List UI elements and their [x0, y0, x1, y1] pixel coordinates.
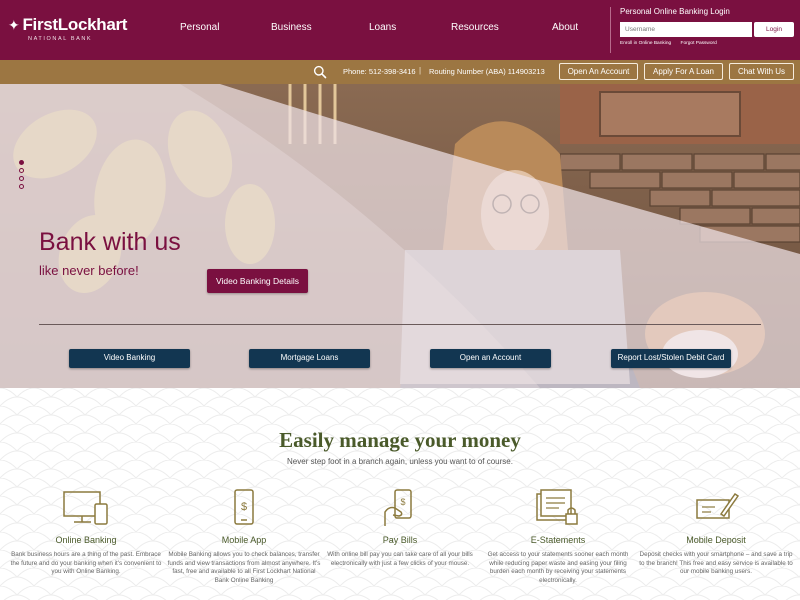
feature-description: Deposit checks with your smartphone – an… [639, 551, 793, 576]
feature-title: E-Statements [530, 535, 586, 545]
hero-divider [39, 324, 761, 325]
logo-wordmark: ✦ FirstLockhart [8, 15, 127, 35]
devices-icon [63, 491, 108, 525]
check-pen-icon [696, 492, 740, 519]
feature-description: With online bill pay you can take care o… [327, 551, 473, 567]
section-title: Easily manage your money [279, 428, 521, 452]
logo-tagline: NATIONAL BANK [28, 36, 93, 42]
top-navigation-bar: ✦ FirstLockhart NATIONAL BANK Personal B… [0, 0, 800, 60]
slide-indicator [19, 160, 27, 192]
login-row: Login [620, 22, 800, 37]
routing-number: Routing Number (ABA) 114903213 [429, 67, 545, 76]
statements-lock-icon [536, 489, 578, 525]
hero-banner: Bank with us like never before! Video Ba… [0, 84, 800, 388]
feature-mobile-deposit[interactable]: Mobile Deposit Deposit checks with your … [638, 488, 794, 577]
phone-number[interactable]: Phone: 512-398-3416 [343, 67, 416, 76]
feature-title: Pay Bills [382, 535, 418, 545]
manage-money-section: Easily manage your money Never step foot… [0, 388, 800, 600]
nav-about[interactable]: About [552, 22, 578, 33]
slide-dot[interactable] [19, 184, 24, 189]
svg-text:$: $ [400, 497, 405, 507]
login-title: Personal Online Banking Login [620, 7, 730, 16]
video-banking-details-button[interactable]: Video Banking Details [207, 269, 308, 293]
login-links: Enroll in Online Banking Forgot Password [620, 41, 800, 46]
feature-e-statements[interactable]: E-Statements Get access to your statemen… [480, 488, 636, 586]
chat-button[interactable]: Chat With Us [729, 63, 794, 80]
enroll-link[interactable]: Enroll in Online Banking [620, 41, 671, 46]
forgot-password-link[interactable]: Forgot Password [681, 41, 717, 46]
logo-star-icon: ✦ [8, 16, 20, 33]
feature-title: Mobile App [221, 535, 267, 545]
feature-title: Mobile Deposit [686, 535, 746, 545]
hero-title: Bank with us [39, 228, 181, 256]
svg-text:$: $ [241, 501, 247, 513]
slide-dot[interactable] [19, 168, 24, 173]
slide-dot[interactable] [19, 160, 24, 165]
slide-dot[interactable] [19, 176, 24, 181]
nav-loans[interactable]: Loans [369, 22, 396, 33]
login-button[interactable]: Login [754, 22, 794, 37]
online-banking-login: Personal Online Banking Login Login Enro… [610, 7, 800, 53]
search-icon[interactable] [313, 65, 327, 79]
hero-subtitle: like never before! [39, 263, 139, 278]
feature-pay-bills[interactable]: $ Pay Bills With online bill pay you can… [322, 488, 478, 568]
utility-bar: Phone: 512-398-3416 | Routing Number (AB… [0, 60, 800, 84]
nav-personal[interactable]: Personal [180, 22, 219, 33]
video-banking-button[interactable]: Video Banking [69, 349, 190, 368]
report-lost-card-button[interactable]: Report Lost/Stolen Debit Card [611, 349, 731, 368]
apply-loan-button[interactable]: Apply For A Loan [644, 63, 723, 80]
nav-business[interactable]: Business [271, 22, 312, 33]
open-account-button[interactable]: Open An Account [559, 63, 638, 80]
utility-separator: | [419, 66, 422, 75]
feature-description: Bank business hours are a thing of the p… [10, 551, 162, 576]
open-an-account-button[interactable]: Open an Account [430, 349, 551, 368]
feature-description: Get access to your statements sooner eac… [487, 551, 629, 585]
mortgage-loans-button[interactable]: Mortgage Loans [249, 349, 370, 368]
hand-phone-bill-icon: $ [384, 489, 412, 526]
logo-name: FirstLockhart [22, 15, 128, 34]
username-input[interactable] [620, 22, 752, 37]
feature-description: Mobile Banking allows you to check balan… [167, 551, 321, 585]
feature-mobile-app[interactable]: $ Mobile App Mobile Banking allows you t… [166, 488, 322, 586]
section-subtitle: Never step foot in a branch again, unles… [287, 457, 513, 466]
bank-logo[interactable]: ✦ FirstLockhart NATIONAL BANK [8, 15, 127, 42]
feature-title: Online Banking [55, 535, 117, 545]
smartphone-dollar-icon: $ [234, 489, 254, 525]
nav-resources[interactable]: Resources [451, 22, 499, 33]
feature-online-banking[interactable]: Online Banking Bank business hours are a… [8, 488, 164, 577]
